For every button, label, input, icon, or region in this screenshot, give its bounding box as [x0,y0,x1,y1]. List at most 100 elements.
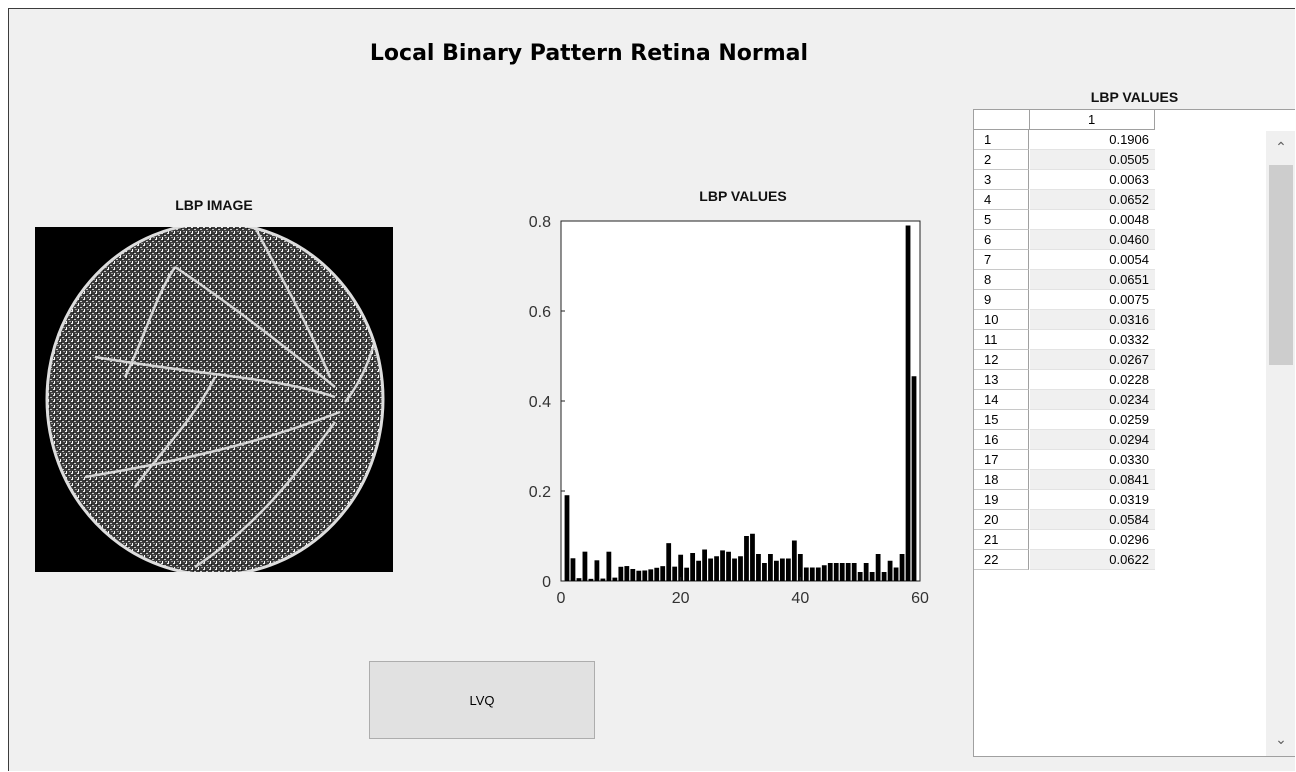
table-cell[interactable]: 0.0267 [1030,350,1155,370]
row-header[interactable]: 14 [974,390,1029,410]
row-header[interactable]: 5 [974,210,1029,230]
bar [791,540,797,581]
bar [732,558,737,581]
table-cell[interactable]: 0.0075 [1030,290,1155,310]
bar [594,560,600,581]
bar [612,577,618,581]
row-header[interactable]: 13 [974,370,1029,390]
table-cell[interactable]: 0.0505 [1030,150,1155,170]
row-header[interactable]: 20 [974,510,1029,530]
lvq-button[interactable]: LVQ [369,661,595,739]
bar [863,563,869,581]
table-cell[interactable]: 0.0584 [1030,510,1155,530]
table-cell[interactable]: 0.0259 [1030,410,1155,430]
row-header[interactable]: 6 [974,230,1029,250]
chevron-down-icon[interactable]: ⌄ [1266,731,1295,748]
bar [875,554,881,581]
table-cell[interactable]: 0.1906 [1030,130,1155,150]
table-cell[interactable]: 0.0296 [1030,530,1155,550]
table-cell[interactable]: 0.0234 [1030,390,1155,410]
bar [869,572,875,581]
row-header[interactable]: 3 [974,170,1029,190]
table-cell[interactable]: 0.0652 [1030,190,1155,210]
bar [618,566,624,581]
column-header-1[interactable]: 1 [1030,110,1155,130]
bar [648,569,654,581]
bar [785,558,791,581]
bar [905,225,911,581]
bar [857,572,863,581]
vertical-scrollbar[interactable]: ⌃ ⌄ [1266,131,1295,756]
table-cell[interactable]: 0.0841 [1030,470,1155,490]
row-header[interactable]: 18 [974,470,1029,490]
bar [911,376,917,581]
retina-lbp-image [45,227,385,572]
bar [582,551,588,581]
bar [720,550,725,581]
bar [606,551,612,581]
table-cell[interactable]: 0.0063 [1030,170,1155,190]
lbp-image [35,227,393,572]
lbp-values-table[interactable]: 1 1 0.1906 2 0.0505 3 0.0063 4 0.0652 5 0.0048 6 0.… [973,109,1295,757]
table-cell[interactable]: 0.0294 [1030,430,1155,450]
bar [702,549,707,581]
bar [570,558,576,581]
x-tick-label: 60 [911,590,929,607]
bar [696,560,702,581]
table-cell[interactable]: 0.0460 [1030,230,1155,250]
bar [827,563,833,581]
row-header[interactable]: 8 [974,270,1029,290]
table-cell[interactable]: 0.0054 [1030,250,1155,270]
row-header[interactable]: 4 [974,190,1029,210]
bar [684,567,690,581]
table-cell[interactable]: 0.0651 [1030,270,1155,290]
bar [576,578,582,581]
bar [750,533,755,581]
bar [726,551,731,581]
bar [642,570,648,581]
row-header[interactable]: 21 [974,530,1029,550]
bar [654,567,660,581]
bar [624,566,630,581]
table-title: LBP VALUES [1090,89,1179,105]
row-header[interactable]: 1 [974,130,1029,150]
row-header[interactable]: 7 [974,250,1029,270]
chart-title: LBP VALUES [699,188,786,204]
table-cell[interactable]: 0.0048 [1030,210,1155,230]
page-title: Local Binary Pattern Retina Normal [369,41,809,66]
bar [588,578,594,581]
bar [690,553,696,581]
y-tick-label: 0 [542,574,551,591]
row-header[interactable]: 10 [974,310,1029,330]
table-cell[interactable]: 0.0332 [1030,330,1155,350]
table-cell[interactable]: 0.0228 [1030,370,1155,390]
row-header[interactable]: 17 [974,450,1029,470]
bar [845,563,851,581]
y-tick-label: 0.2 [529,484,551,501]
table-corner [974,110,1030,130]
bar [887,560,893,581]
table-cell[interactable]: 0.0319 [1030,490,1155,510]
lbp-histogram-chart: LBP VALUES 0 20 40 60 0 0.2 0.4 0.6 0.8 [529,188,929,607]
bar [774,560,779,581]
bar [809,567,815,581]
bar [714,556,719,581]
bar [779,558,785,581]
row-header[interactable]: 15 [974,410,1029,430]
x-tick-label: 20 [672,590,690,607]
table-cell[interactable]: 0.0622 [1030,550,1155,570]
row-header[interactable]: 19 [974,490,1029,510]
bar [630,568,636,581]
chevron-up-icon[interactable]: ⌃ [1266,139,1295,156]
row-header[interactable]: 11 [974,330,1029,350]
row-header[interactable]: 16 [974,430,1029,450]
table-cell[interactable]: 0.0330 [1030,450,1155,470]
row-header[interactable]: 12 [974,350,1029,370]
y-tick-label: 0.6 [529,304,551,321]
scroll-thumb[interactable] [1269,165,1293,365]
table-cell[interactable]: 0.0316 [1030,310,1155,330]
row-header[interactable]: 22 [974,550,1029,570]
row-header[interactable]: 2 [974,150,1029,170]
y-tick-label: 0.4 [529,394,551,411]
row-header[interactable]: 9 [974,290,1029,310]
